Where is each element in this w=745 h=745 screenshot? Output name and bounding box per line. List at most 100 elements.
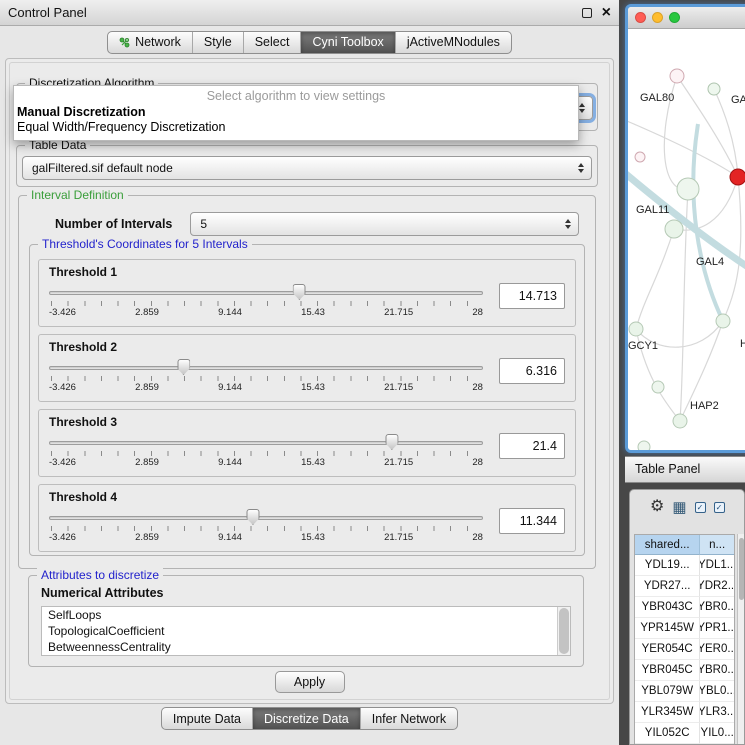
slider-thumb[interactable]	[293, 284, 306, 300]
list-scrollbar[interactable]	[557, 607, 570, 655]
table-row[interactable]: YDL19... YDL1...	[635, 555, 734, 576]
tab-style-label: Style	[204, 35, 232, 49]
slider-ticks	[51, 526, 483, 531]
network-canvas[interactable]: GAL80 GA GAL11 GAL4 GCY1 H HAP2	[628, 29, 745, 450]
table-cell[interactable]: YIL052C	[635, 723, 700, 744]
threshold-2-value[interactable]: 6.316	[499, 358, 565, 384]
zoom-traffic-light-icon[interactable]	[669, 12, 680, 23]
slider-thumb[interactable]	[177, 359, 190, 375]
table-cell[interactable]: YDR27...	[635, 576, 700, 597]
table-panel-header[interactable]: Table Panel	[625, 456, 745, 483]
tab-style[interactable]: Style	[192, 32, 243, 53]
node[interactable]	[677, 178, 699, 200]
combo-stepper-icon	[565, 219, 571, 229]
tick-label: 2.859	[135, 532, 159, 543]
tab-impute-data[interactable]: Impute Data	[162, 708, 252, 729]
table-row[interactable]: YPR145W YPR1...	[635, 618, 734, 639]
node[interactable]	[652, 381, 664, 393]
node[interactable]	[635, 152, 645, 162]
attribute-item[interactable]: BetweennessCentrality	[42, 639, 570, 655]
attribute-item[interactable]: SelfLoops	[42, 607, 570, 623]
threshold-3-value[interactable]: 21.4	[499, 433, 565, 459]
control-panel-window: Control Panel × Network Style Select Cyn…	[0, 0, 619, 745]
network-view-window[interactable]: GAL80 GA GAL11 GAL4 GCY1 H HAP2	[625, 4, 745, 453]
attribute-item[interactable]: TopologicalCoefficient	[42, 623, 570, 639]
threshold-4-value[interactable]: 11.344	[499, 508, 565, 534]
float-window-icon[interactable]	[582, 8, 592, 18]
close-icon[interactable]: ×	[602, 6, 611, 20]
table-row[interactable]: YDR27... YDR2...	[635, 576, 734, 597]
threshold-1-slider[interactable]: -3.4262.8599.14415.4321.71528	[49, 279, 483, 325]
node[interactable]	[670, 69, 684, 83]
dropdown-item-equal-width[interactable]: Equal Width/Frequency Discretization	[14, 120, 578, 135]
column-table-icon[interactable]: ▦	[672, 500, 686, 515]
table-scrollbar[interactable]	[737, 534, 745, 744]
table-cell[interactable]: YDL1...	[700, 555, 734, 576]
gear-icon[interactable]: ⚙	[650, 499, 664, 515]
table-cell[interactable]: YLR3...	[700, 702, 734, 723]
tab-network[interactable]: Network	[108, 32, 192, 53]
slider-thumb[interactable]	[246, 509, 259, 525]
tab-discretize-data[interactable]: Discretize Data	[252, 708, 360, 729]
table-cell[interactable]: YLR345W	[635, 702, 700, 723]
table-cell[interactable]: YBR0...	[700, 660, 734, 681]
node-selected-red[interactable]	[730, 169, 745, 185]
network-graph[interactable]: GAL80 GA GAL11 GAL4 GCY1 H HAP2	[628, 29, 745, 450]
numerical-attributes-list[interactable]: SelfLoopsTopologicalCoefficientBetweenne…	[41, 606, 571, 656]
table-row[interactable]: YER054C YER0...	[635, 639, 734, 660]
slider-thumb[interactable]	[385, 434, 398, 450]
thresholds-group-title: Threshold's Coordinates for 5 Intervals	[38, 237, 252, 252]
slider-track[interactable]	[49, 516, 483, 520]
select-check-icon[interactable]: ✓	[714, 502, 725, 513]
node[interactable]	[716, 314, 730, 328]
table-row[interactable]: YBL079W YBL0...	[635, 681, 734, 702]
table-cell[interactable]: YBR0...	[700, 597, 734, 618]
tab-infer-network[interactable]: Infer Network	[360, 708, 457, 729]
apply-button[interactable]: Apply	[275, 671, 345, 693]
table-cell[interactable]: YPR145W	[635, 618, 700, 639]
column-header-name[interactable]: n...	[700, 535, 734, 555]
threshold-panel-2: Threshold 2 -3.4262.8599.14415.4321.7152…	[38, 334, 576, 402]
minimize-traffic-light-icon[interactable]	[652, 12, 663, 23]
table-row[interactable]: YBR043C YBR0...	[635, 597, 734, 618]
threshold-1-value[interactable]: 14.713	[499, 283, 565, 309]
table-panel-window: ⚙ ▦ ✓ ✓ shared... n... YDL19... YDL1... …	[629, 489, 745, 745]
threshold-3-slider[interactable]: -3.4262.8599.14415.4321.71528	[49, 429, 483, 475]
select-all-check-icon[interactable]: ✓	[695, 502, 706, 513]
table-scrollbar-thumb[interactable]	[739, 538, 744, 600]
table-row[interactable]: YLR345W YLR3...	[635, 702, 734, 723]
tab-cyni-toolbox[interactable]: Cyni Toolbox	[300, 32, 394, 53]
slider-track[interactable]	[49, 291, 483, 295]
table-row[interactable]: YIL052C YIL0...	[635, 723, 734, 744]
table-cell[interactable]: YIL0...	[700, 723, 734, 744]
table-data-combo[interactable]: galFiltered.sif default node	[22, 156, 592, 180]
node-gcy1[interactable]	[629, 322, 643, 336]
table-cell[interactable]: YBR045C	[635, 660, 700, 681]
table-cell[interactable]: YER054C	[635, 639, 700, 660]
tab-jactivemnodules[interactable]: jActiveMNodules	[395, 32, 511, 53]
threshold-2-slider[interactable]: -3.4262.8599.14415.4321.71528	[49, 354, 483, 400]
close-traffic-light-icon[interactable]	[635, 12, 646, 23]
dropdown-item-manual[interactable]: Manual Discretization	[14, 105, 578, 120]
table-cell[interactable]: YBL079W	[635, 681, 700, 702]
tab-select[interactable]: Select	[243, 32, 301, 53]
node-hap2[interactable]	[673, 414, 687, 428]
threshold-4-slider[interactable]: -3.4262.8599.14415.4321.71528	[49, 504, 483, 550]
node[interactable]	[708, 83, 720, 95]
table-cell[interactable]: YBL0...	[700, 681, 734, 702]
table-row[interactable]: YBR045C YBR0...	[635, 660, 734, 681]
table-cell[interactable]: YER0...	[700, 639, 734, 660]
table-cell[interactable]: YDR2...	[700, 576, 734, 597]
table-cell[interactable]: YPR1...	[700, 618, 734, 639]
number-of-intervals-combo[interactable]: 5	[190, 212, 579, 236]
list-scrollbar-thumb[interactable]	[559, 608, 569, 654]
tick-label: 15.43	[301, 532, 325, 543]
slider-track[interactable]	[49, 366, 483, 370]
column-header-shared-name[interactable]: shared...	[635, 535, 700, 555]
tab-impute-data-label: Impute Data	[173, 712, 241, 726]
slider-track[interactable]	[49, 441, 483, 445]
table-cell[interactable]: YBR043C	[635, 597, 700, 618]
table-cell[interactable]: YDL19...	[635, 555, 700, 576]
node[interactable]	[665, 220, 683, 238]
node[interactable]	[638, 441, 650, 450]
